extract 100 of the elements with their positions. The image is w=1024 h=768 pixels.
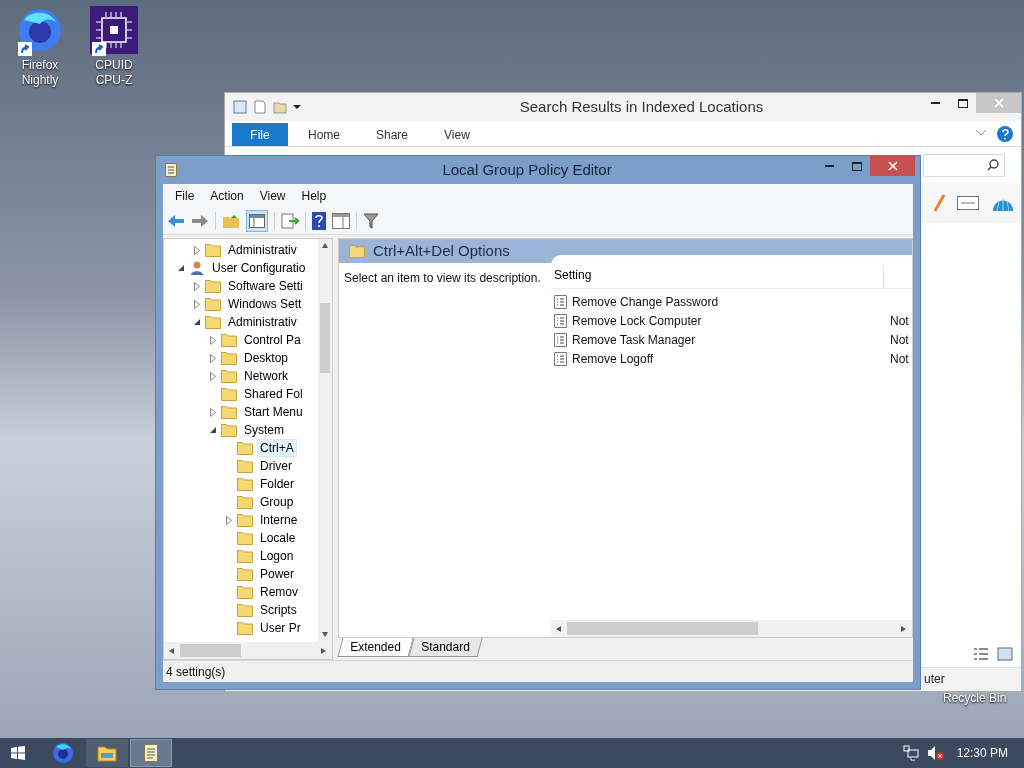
tree-item[interactable]: Software Setti <box>225 277 306 295</box>
tree-item[interactable]: Shared Fol <box>241 385 306 403</box>
browser-logo-icon[interactable] <box>16 6 64 54</box>
search-icon <box>987 159 999 171</box>
taskbar-app-button[interactable] <box>86 739 128 767</box>
user-icon <box>189 260 205 276</box>
tree-item[interactable]: Control Pa <box>241 331 304 349</box>
tree-item[interactable]: Group <box>257 493 297 511</box>
folder-icon <box>237 531 253 545</box>
collapsed-arrow-icon[interactable] <box>209 407 217 417</box>
scroll-up-arrow-icon[interactable] <box>321 242 329 250</box>
details-view-icon[interactable] <box>973 647 989 661</box>
folder-icon[interactable] <box>273 100 287 114</box>
menu-item[interactable]: Help <box>293 186 335 205</box>
chevron-down-icon[interactable] <box>975 129 987 137</box>
scroll-left-arrow-icon[interactable] <box>168 646 176 655</box>
menu-item[interactable]: Action <box>202 186 252 205</box>
tree-item[interactable]: Driver <box>257 457 295 475</box>
screen-icon[interactable] <box>957 196 979 210</box>
collapsed-arrow-icon[interactable] <box>209 371 217 381</box>
view-tab[interactable]: Standard <box>408 638 482 657</box>
setting-name[interactable]: Remove Logoff <box>572 349 890 368</box>
tree-item[interactable]: Remov <box>257 583 301 601</box>
desktop-icon-label[interactable]: CPUID CPU-Z <box>82 58 146 88</box>
forward-arrow-icon[interactable] <box>191 213 209 228</box>
vertical-scrollbar[interactable] <box>318 239 332 642</box>
desktop-icon-label[interactable]: Firefox Nightly <box>8 58 72 88</box>
folder-icon <box>237 513 253 527</box>
tree-item[interactable]: Interne <box>257 511 301 529</box>
tree-item[interactable]: System <box>241 421 287 439</box>
menu-item[interactable]: View <box>251 186 294 205</box>
view-tab[interactable]: Extended <box>337 638 414 657</box>
horizontal-scrollbar[interactable] <box>551 620 912 637</box>
tree-item[interactable]: Administrativ <box>225 313 300 331</box>
folder-icon <box>205 297 221 311</box>
back-arrow-icon[interactable] <box>167 213 185 228</box>
folder-icon <box>237 621 253 635</box>
ribbon-tab[interactable]: View <box>428 123 486 146</box>
horizontal-scrollbar[interactable] <box>164 642 332 659</box>
chip-icon[interactable] <box>90 6 138 54</box>
collapsed-arrow-icon[interactable] <box>193 281 201 291</box>
dropdown-arrow-icon[interactable] <box>293 104 301 110</box>
scroll-right-arrow-icon[interactable] <box>900 624 908 633</box>
setting-name[interactable]: Remove Change Password <box>572 292 912 311</box>
folder-icon <box>221 369 237 383</box>
new-document-icon[interactable] <box>253 100 267 114</box>
tree-item[interactable]: User Pr <box>257 619 304 637</box>
muted-speaker-icon[interactable] <box>926 745 945 761</box>
help-icon[interactable] <box>312 211 326 230</box>
panel-view-icon[interactable] <box>332 212 350 229</box>
tree-item[interactable]: Power <box>257 565 297 583</box>
large-icons-view-icon[interactable] <box>997 647 1013 661</box>
network-icon[interactable] <box>902 745 919 761</box>
scroll-right-arrow-icon[interactable] <box>320 646 328 655</box>
tree-item[interactable]: Administrativ <box>225 241 300 259</box>
menu-item[interactable]: File <box>167 186 203 205</box>
collapsed-arrow-icon[interactable] <box>193 245 201 255</box>
tree-item[interactable]: Logon <box>257 547 297 565</box>
scroll-left-arrow-icon[interactable] <box>555 624 563 633</box>
expanded-arrow-icon[interactable] <box>209 426 217 434</box>
close-button[interactable] <box>870 156 915 176</box>
tree-item[interactable]: Start Menu <box>241 403 306 421</box>
tree-item[interactable]: Ctrl+A <box>257 439 297 457</box>
tree-item[interactable]: Scripts <box>257 601 300 619</box>
taskbar-app-button[interactable] <box>130 739 172 767</box>
tree-item[interactable]: Windows Sett <box>225 295 305 313</box>
clock-text[interactable]: 12:30 PM <box>956 744 1008 762</box>
setting-name[interactable]: Remove Task Manager <box>572 330 890 349</box>
scrollbar-thumb[interactable] <box>320 303 330 373</box>
browser-logo-icon <box>52 742 74 764</box>
help-icon[interactable] <box>997 126 1013 142</box>
folder-icon <box>205 243 221 257</box>
setting-name[interactable]: Remove Lock Computer <box>572 311 890 330</box>
filter-icon[interactable] <box>363 212 379 229</box>
ribbon-tab[interactable]: Share <box>360 123 425 146</box>
column-header[interactable]: Setting <box>551 266 883 288</box>
search-field[interactable] <box>923 153 1005 177</box>
pencil-icon[interactable] <box>933 194 945 212</box>
folder-icon <box>97 744 117 762</box>
folder-icon <box>205 315 221 329</box>
toggle-tree-button[interactable] <box>246 209 268 232</box>
tree-item[interactable]: Network <box>241 367 291 385</box>
tree-item[interactable]: User Configuratio <box>209 259 309 277</box>
ribbon-tab[interactable]: Home <box>292 123 356 146</box>
export-list-icon[interactable] <box>281 212 299 229</box>
minimize-icon <box>931 102 940 104</box>
collapsed-arrow-icon[interactable] <box>193 299 201 309</box>
tree-item[interactable]: Desktop <box>241 349 292 367</box>
scroll-down-arrow-icon[interactable] <box>321 631 329 639</box>
collapsed-arrow-icon[interactable] <box>209 353 217 363</box>
tree-item[interactable]: Folder <box>257 475 297 493</box>
section-title: Ctrl+Alt+Del Options <box>373 240 510 261</box>
collapsed-arrow-icon[interactable] <box>209 335 217 345</box>
expanded-arrow-icon[interactable] <box>177 264 185 272</box>
folder-icon <box>237 585 253 599</box>
tree-item[interactable]: Locale <box>257 529 299 547</box>
expanded-arrow-icon[interactable] <box>193 318 201 326</box>
ribbon-tab[interactable]: File <box>232 123 288 146</box>
collapsed-arrow-icon[interactable] <box>225 515 233 525</box>
folder-icon <box>221 333 237 347</box>
